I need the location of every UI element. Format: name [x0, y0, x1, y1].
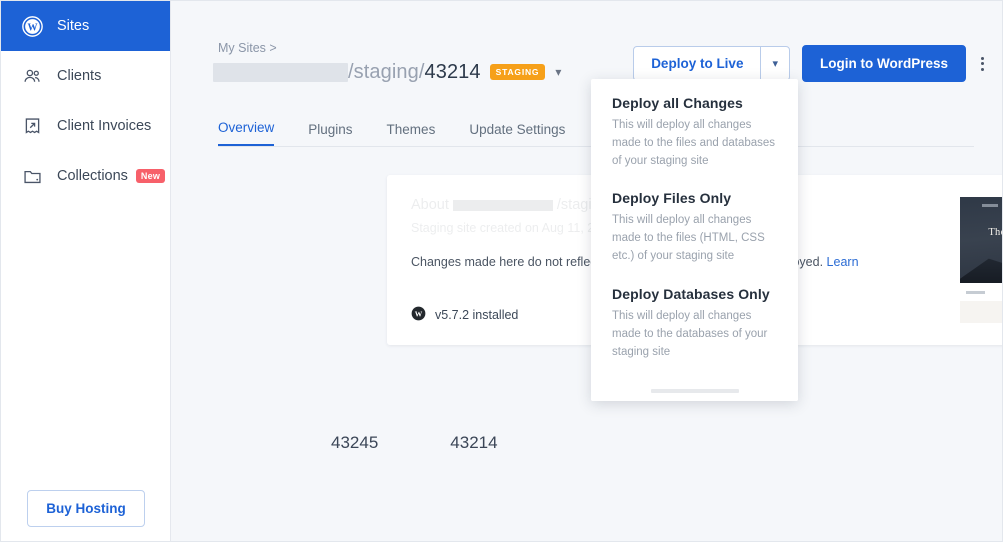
- preview-placeholder-bar: [966, 291, 985, 294]
- deploy-split-button: Deploy to Live ▾: [633, 46, 790, 81]
- kebab-dot: [981, 68, 984, 71]
- sidebar-item-clients[interactable]: Clients: [1, 51, 170, 101]
- tab-plugins[interactable]: Plugins: [308, 122, 352, 146]
- sidebar-item-label: Collections: [57, 168, 128, 184]
- sidebar-item-client-invoices[interactable]: Client Invoices: [1, 101, 170, 151]
- people-icon: [19, 63, 45, 89]
- preview-site-title: The Great Outdoors: [960, 227, 1003, 238]
- site-preview-thumbnail[interactable]: The Great Outdoors Adventure begins here…: [960, 197, 1003, 323]
- wordpress-version-text: v5.7.2 installed: [435, 308, 518, 322]
- site-id-text: 43214: [425, 61, 481, 84]
- sidebar-item-label: Client Invoices: [57, 118, 151, 134]
- sidebar: W Sites Clients: [1, 1, 171, 542]
- menu-item-deploy-files-only[interactable]: Deploy Files Only This will deploy all c…: [591, 174, 798, 269]
- sidebar-item-label: Clients: [57, 68, 101, 84]
- login-to-wordpress-button[interactable]: Login to WordPress: [802, 45, 966, 82]
- tab-update-settings[interactable]: Update Settings: [469, 122, 565, 146]
- preview-nav: [960, 204, 1003, 207]
- menu-item-deploy-all-changes[interactable]: Deploy all Changes This will deploy all …: [591, 79, 798, 174]
- status-badge: New: [136, 169, 165, 183]
- deploy-dropdown-menu: Deploy all Changes This will deploy all …: [591, 79, 798, 401]
- wordpress-icon: W: [411, 306, 426, 324]
- menu-clipped-edge: [591, 387, 798, 401]
- breadcrumb[interactable]: My Sites >: [218, 41, 277, 55]
- svg-text:W: W: [27, 22, 37, 33]
- menu-item-title: Deploy all Changes: [612, 95, 778, 111]
- staging-badge: STAGING: [490, 64, 546, 80]
- menu-item-title: Deploy Databases Only: [612, 286, 778, 302]
- preview-hero: The Great Outdoors Adventure begins here: [960, 197, 1003, 283]
- preview-site-subtitle: Adventure begins here: [960, 242, 1003, 247]
- bottom-number-second: 43214: [450, 433, 497, 453]
- kebab-dot: [981, 62, 984, 65]
- menu-item-description: This will deploy all changes made to the…: [612, 308, 778, 361]
- chevron-down-icon[interactable]: ▾: [555, 65, 561, 79]
- page-title: /staging/ 43214 STAGING ▾: [213, 59, 561, 85]
- more-options-icon[interactable]: [978, 53, 987, 75]
- svg-text:W: W: [415, 309, 423, 318]
- redacted-site-name: [213, 63, 348, 82]
- deploy-to-live-button[interactable]: Deploy to Live: [634, 47, 760, 80]
- about-label: About: [411, 197, 449, 213]
- tab-themes[interactable]: Themes: [387, 122, 436, 146]
- learn-more-link[interactable]: Learn: [827, 255, 859, 269]
- buy-hosting-button[interactable]: Buy Hosting: [27, 490, 145, 527]
- bottom-numbers: 43245 43214: [331, 433, 498, 453]
- menu-item-title: Deploy Files Only: [612, 190, 778, 206]
- wordpress-icon: W: [19, 13, 45, 39]
- chevron-down-icon: ▾: [772, 57, 778, 70]
- sidebar-item-label: Sites: [57, 18, 89, 34]
- kebab-dot: [981, 57, 984, 60]
- menu-item-description: This will deploy all changes made to the…: [612, 212, 778, 265]
- folder-icon: [19, 163, 45, 189]
- invoice-icon: [19, 113, 45, 139]
- deploy-dropdown-toggle[interactable]: ▾: [760, 47, 789, 80]
- buy-hosting-container: Buy Hosting: [1, 490, 171, 527]
- preview-content-row: [960, 283, 1003, 301]
- bottom-number-first: 43245: [331, 433, 378, 453]
- header-actions: Deploy to Live ▾ Login to WordPress: [633, 45, 987, 82]
- redacted-domain: [453, 200, 553, 211]
- sidebar-item-collections[interactable]: Collections New: [1, 151, 170, 201]
- preview-nav-item: [982, 204, 998, 207]
- menu-item-description: This will deploy all changes made to the…: [612, 117, 778, 170]
- site-path-text: /staging/: [348, 61, 425, 84]
- app-window: W Sites Clients: [0, 0, 1003, 542]
- wordpress-version: W v5.7.2 installed: [411, 306, 518, 324]
- main-content: My Sites > /staging/ 43214 STAGING ▾ Dep…: [171, 1, 1003, 542]
- preview-footer-label: Featured Trips: [960, 301, 1003, 323]
- menu-clipped-text: [651, 389, 739, 393]
- menu-item-deploy-databases-only[interactable]: Deploy Databases Only This will deploy a…: [591, 270, 798, 365]
- sidebar-item-sites[interactable]: W Sites: [1, 1, 170, 51]
- tab-overview[interactable]: Overview: [218, 120, 274, 146]
